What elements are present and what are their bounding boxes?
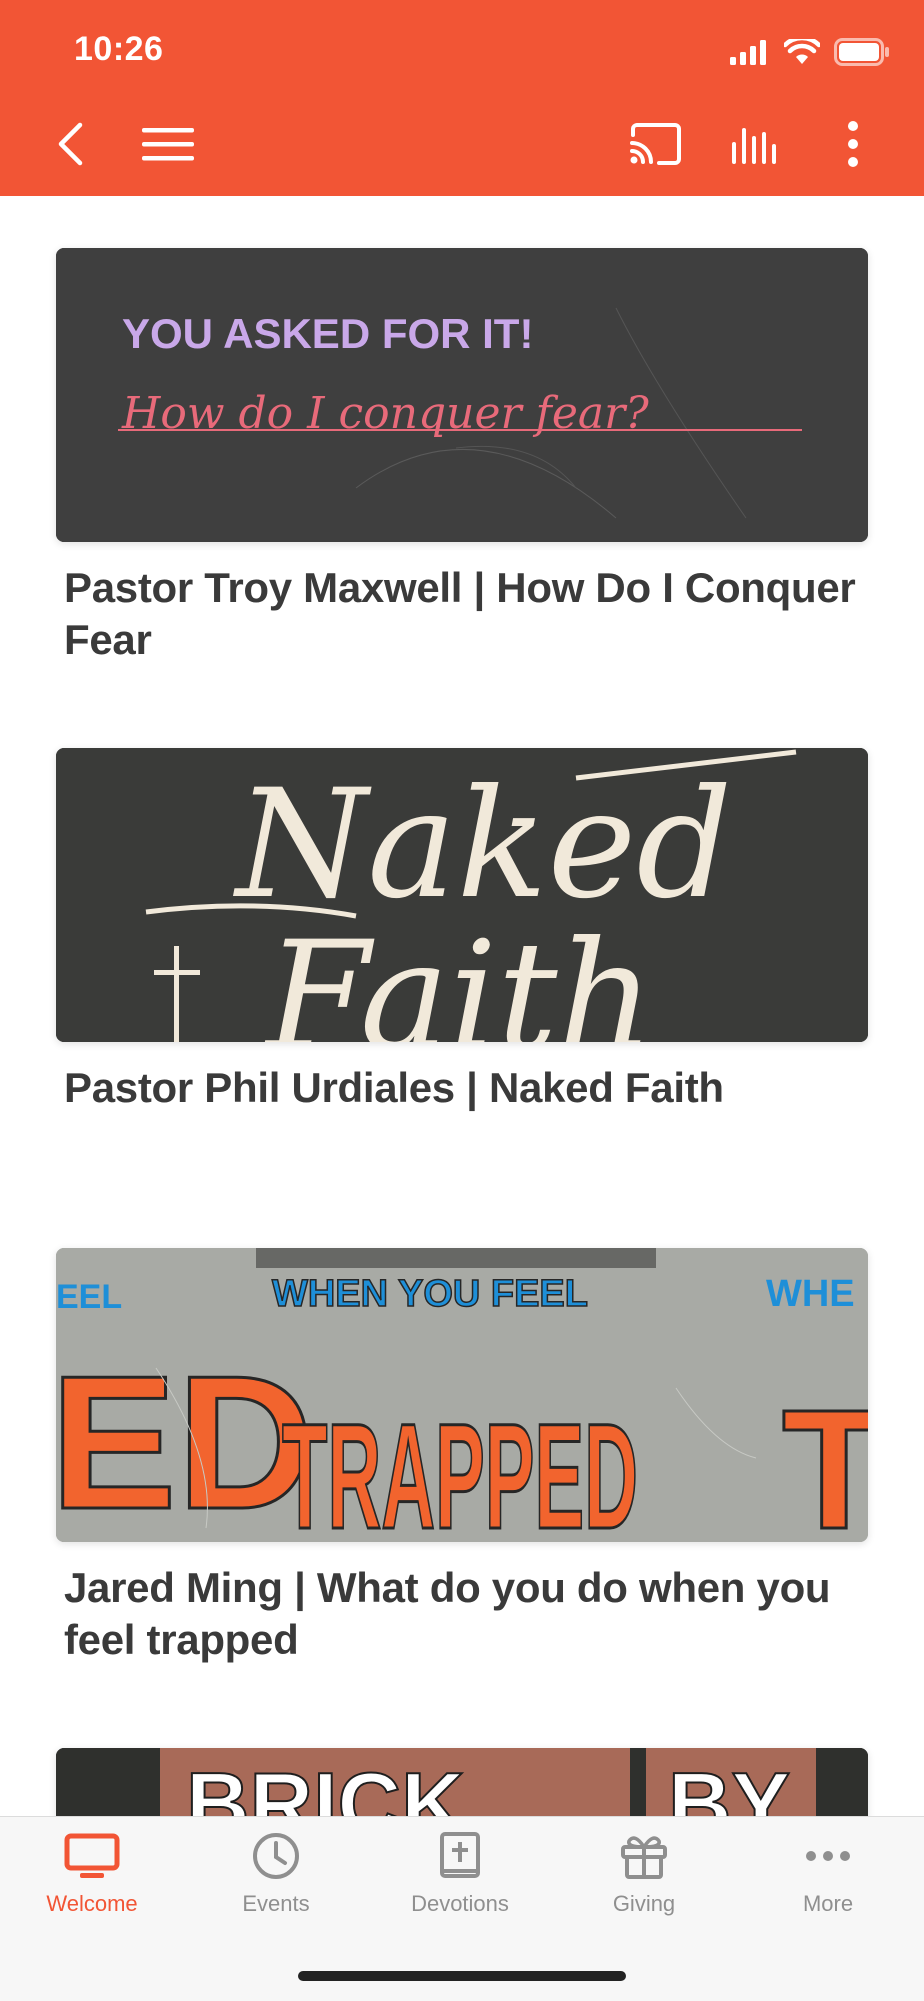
more-vertical-icon	[848, 121, 858, 167]
battery-icon	[834, 38, 889, 66]
sermon-artwork: Naked Faith	[56, 748, 868, 1042]
audio-bars-icon	[732, 128, 776, 164]
audio-button[interactable]	[728, 116, 784, 172]
art-line-1: Naked	[233, 758, 732, 932]
tab-welcome[interactable]: Welcome	[0, 1831, 184, 1951]
sermon-thumbnail[interactable]: YOU ASKED FOR IT! How do I conquer fear?	[56, 248, 868, 542]
svg-text:TR: TR	[782, 1375, 868, 1542]
art-line-2: BY	[668, 1754, 790, 1816]
sermon-title: Pastor Troy Maxwell | How Do I Conquer F…	[64, 564, 856, 663]
art-line-2: Faith	[263, 910, 654, 1042]
sermon-thumbnail[interactable]: Naked Faith	[56, 748, 868, 1042]
art-line-2: How do I conquer fear?	[121, 388, 649, 439]
cross-icon	[174, 946, 179, 1042]
art-line-2: TRAPPED	[282, 1392, 638, 1542]
svg-text:ED: ED	[56, 1337, 314, 1542]
sermon-card[interactable]: BRICK BY	[56, 1748, 868, 1816]
sermon-list: YOU ASKED FOR IT! How do I conquer fear?…	[0, 196, 924, 1816]
back-icon	[58, 122, 83, 166]
sermon-card[interactable]: YOU ASKED FOR IT! How do I conquer fear?…	[56, 248, 868, 666]
tab-label: More	[802, 1891, 854, 1916]
sermon-title: Jared Ming | What do you do when you fee…	[64, 1564, 831, 1663]
app-header: 10:26	[0, 0, 924, 196]
tab-more[interactable]: More	[736, 1831, 920, 1951]
cast-button[interactable]	[628, 116, 684, 172]
tab-label: Welcome	[46, 1891, 138, 1916]
sermon-card[interactable]: EEL ED WHEN YOU FEEL TRAPPED WHE TR Jare…	[56, 1248, 868, 1666]
sermon-artwork: EEL ED WHEN YOU FEEL TRAPPED WHE TR	[56, 1248, 868, 1542]
sermon-thumbnail[interactable]: BRICK BY	[56, 1748, 868, 1816]
sermon-artwork: YOU ASKED FOR IT! How do I conquer fear?	[56, 248, 868, 542]
cast-icon	[630, 123, 681, 165]
sermon-thumbnail[interactable]: EEL ED WHEN YOU FEEL TRAPPED WHE TR	[56, 1248, 868, 1542]
menu-button[interactable]	[140, 116, 196, 172]
svg-text:EEL: EEL	[56, 1278, 122, 1316]
bible-icon	[440, 1832, 480, 1878]
wifi-icon	[784, 39, 820, 64]
tab-label: Events	[242, 1891, 310, 1916]
home-indicator	[298, 1971, 626, 1981]
gift-icon	[621, 1836, 667, 1879]
tab-devotions[interactable]: Devotions	[368, 1831, 552, 1951]
cellular-signal-icon	[730, 40, 766, 65]
sermon-card[interactable]: Naked Faith Pastor Phil Urdiales | Naked…	[56, 748, 868, 1114]
tab-bar: Welcome Events Devotions Giving More	[0, 1816, 924, 2001]
clock-icon	[253, 1833, 299, 1879]
tv-icon	[64, 1833, 120, 1878]
more-horizontal-icon	[806, 1851, 850, 1861]
art-line-1: YOU ASKED FOR IT!	[122, 310, 533, 357]
overflow-menu-button[interactable]	[838, 116, 868, 172]
tab-giving[interactable]: Giving	[552, 1831, 736, 1951]
svg-text:WHE: WHE	[766, 1273, 855, 1315]
menu-icon	[142, 128, 194, 161]
back-button[interactable]	[50, 116, 90, 172]
art-line-1: BRICK	[186, 1754, 465, 1816]
status-time: 10:26	[74, 30, 164, 68]
tab-events[interactable]: Events	[184, 1831, 368, 1951]
sermon-artwork: BRICK BY	[56, 1748, 868, 1816]
tab-label: Giving	[612, 1891, 676, 1916]
status-icons	[730, 34, 890, 70]
tab-label: Devotions	[411, 1891, 509, 1916]
sermon-title: Pastor Phil Urdiales | Naked Faith	[64, 1064, 724, 1111]
art-line-1: WHEN YOU FEEL	[272, 1273, 588, 1315]
